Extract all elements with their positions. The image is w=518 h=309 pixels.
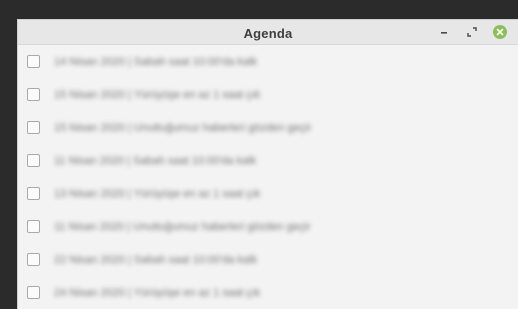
list-item: 14 Nisan 2020 | Sabah saat 10:00'da kalk bbox=[18, 45, 518, 78]
item-text: 24 Nisan 2020 | Yürüyüşe en az 1 saat çı… bbox=[54, 286, 261, 299]
item-text: 22 Nisan 2020 | Sabah saat 10:00'da kalk bbox=[54, 253, 258, 266]
item-checkbox[interactable] bbox=[27, 88, 40, 101]
minimize-icon[interactable] bbox=[436, 24, 452, 40]
item-checkbox[interactable] bbox=[27, 55, 40, 68]
list-item: 24 Nisan 2020 | Yürüyüşe en az 1 saat çı… bbox=[18, 276, 518, 309]
item-checkbox[interactable] bbox=[27, 253, 40, 266]
item-text: 11 Nisan 2020 | Unuttuğumuz haberleri gö… bbox=[54, 220, 311, 233]
agenda-window: Agenda 14 Nisan 2020 | Sabah saat 10:00'… bbox=[17, 19, 518, 309]
item-checkbox[interactable] bbox=[27, 220, 40, 233]
item-checkbox[interactable] bbox=[27, 154, 40, 167]
item-checkbox[interactable] bbox=[27, 121, 40, 134]
window-controls bbox=[436, 24, 508, 40]
item-text: 15 Nisan 2020 | Unuttuğumuz haberleri gö… bbox=[54, 121, 312, 134]
list-item: 15 Nisan 2020 | Unuttuğumuz haberleri gö… bbox=[18, 111, 518, 144]
list-item: 22 Nisan 2020 | Sabah saat 10:00'da kalk bbox=[18, 243, 518, 276]
title-bar[interactable]: Agenda bbox=[18, 20, 518, 45]
item-checkbox[interactable] bbox=[27, 286, 40, 299]
list-item: 15 Nisan 2020 | Yürüyüşe en az 1 saat çı… bbox=[18, 78, 518, 111]
list-item: 11 Nisan 2020 | Sabah saat 10:00'da kalk bbox=[18, 144, 518, 177]
list-item: 11 Nisan 2020 | Unuttuğumuz haberleri gö… bbox=[18, 210, 518, 243]
restore-icon[interactable] bbox=[464, 24, 480, 40]
item-text: 15 Nisan 2020 | Yürüyüşe en az 1 saat çı… bbox=[54, 88, 261, 101]
item-text: 14 Nisan 2020 | Sabah saat 10:00'da kalk bbox=[54, 55, 258, 68]
agenda-list: 14 Nisan 2020 | Sabah saat 10:00'da kalk… bbox=[18, 45, 518, 309]
list-item: 13 Nisan 2020 | Yürüyüşe en az 1 saat çı… bbox=[18, 177, 518, 210]
item-text: 11 Nisan 2020 | Sabah saat 10:00'da kalk bbox=[54, 154, 257, 167]
close-icon[interactable] bbox=[492, 24, 508, 40]
item-text: 13 Nisan 2020 | Yürüyüşe en az 1 saat çı… bbox=[54, 187, 261, 200]
item-checkbox[interactable] bbox=[27, 187, 40, 200]
